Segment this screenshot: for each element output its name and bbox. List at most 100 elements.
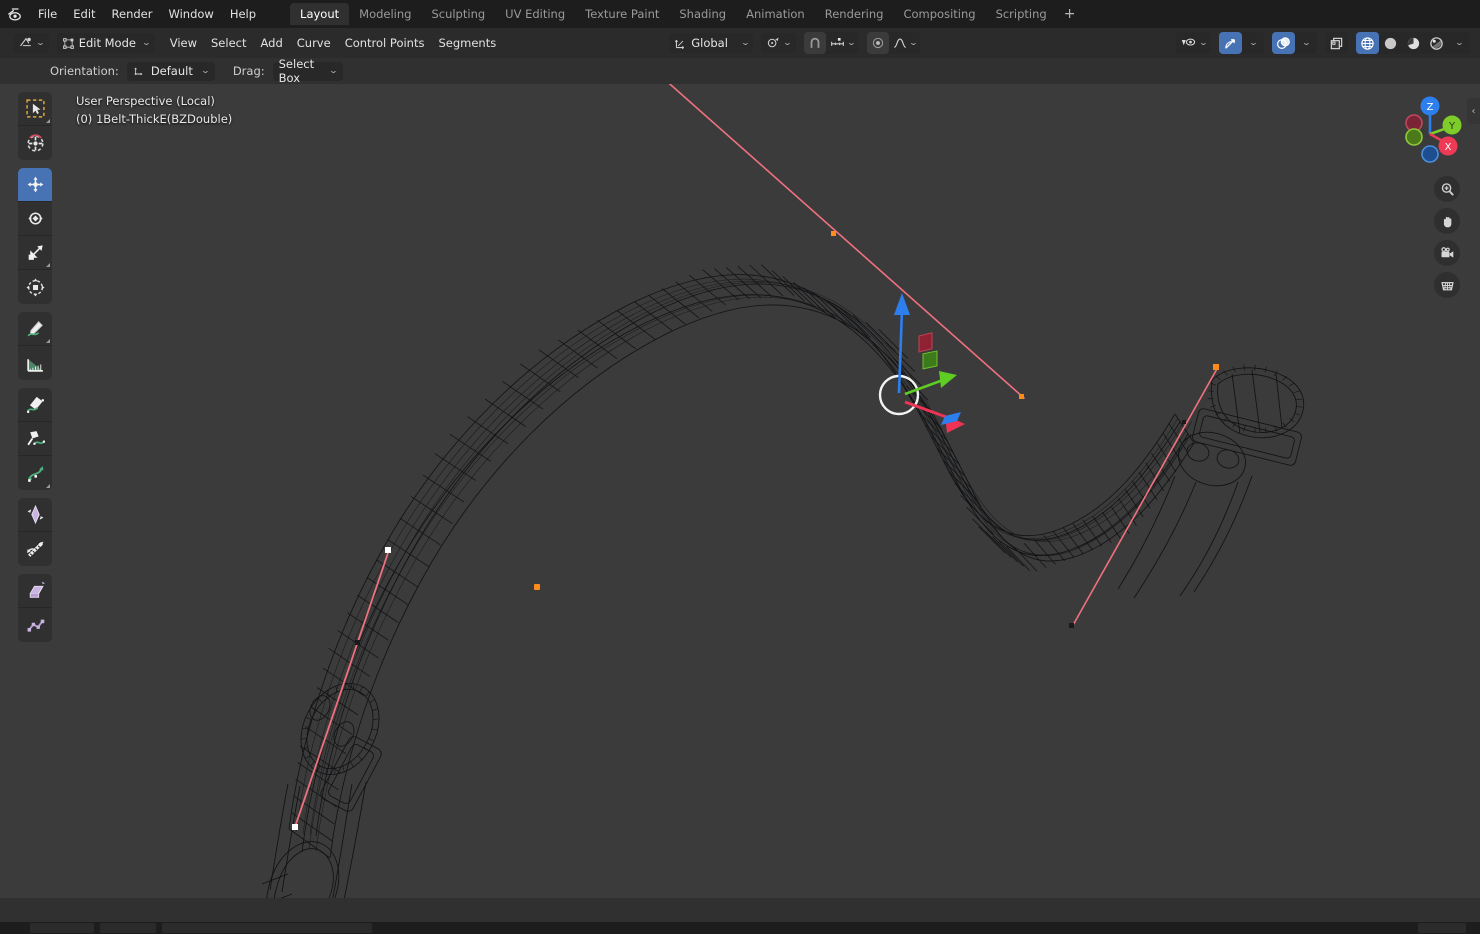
annotate-icon (26, 321, 43, 337)
gizmo-toggle[interactable] (1219, 32, 1242, 54)
status-chip (30, 923, 94, 933)
overlays-icon (1276, 36, 1291, 51)
toolbar-group (18, 574, 52, 642)
menu-edit[interactable]: Edit (65, 4, 103, 24)
tool-measure[interactable] (18, 346, 52, 380)
workspace-tab-rendering[interactable]: Rendering (815, 3, 894, 25)
shading-solid-button[interactable] (1379, 32, 1402, 54)
tool-move[interactable] (18, 168, 52, 202)
object-types-visibility-button[interactable]: ⌄ (1176, 32, 1211, 54)
mode-label: Edit Mode (78, 36, 136, 50)
navigation-axis-gizmo[interactable]: Z Y X (1388, 90, 1472, 174)
workspace-tab-modeling[interactable]: Modeling (349, 3, 421, 25)
tool-shear[interactable] (18, 574, 52, 608)
snap-target-selector[interactable]: ⌄ (826, 32, 859, 54)
drag-dropdown[interactable]: Select Box ⌄ (272, 57, 343, 85)
xray-toggle[interactable] (1325, 32, 1348, 54)
shading-wireframe-button[interactable] (1356, 32, 1379, 54)
tool-scale[interactable] (18, 236, 52, 270)
menu-help[interactable]: Help (222, 4, 264, 24)
header-menu-select[interactable]: Select (204, 33, 253, 53)
blender-window: File Edit Render Window Help Layout Modeling S… (0, 0, 1480, 934)
curve-radius-icon (27, 465, 43, 482)
header-menu-add[interactable]: Add (253, 33, 289, 53)
header-menu-view[interactable]: View (163, 33, 204, 53)
nav-axis-neg-y (1405, 128, 1423, 146)
3d-viewport[interactable]: User Perspective (Local) (0) 1Belt-Thick… (0, 84, 1480, 898)
shading-wireframe-icon (1361, 36, 1374, 50)
chevron-down-icon: ⌄ (907, 38, 919, 47)
tool-annotate[interactable] (18, 312, 52, 346)
zoom-view-button[interactable] (1434, 176, 1460, 202)
orientation-dropdown[interactable]: Default ⌄ (126, 61, 215, 81)
tool-extrude-curve[interactable] (18, 422, 52, 456)
proportional-editing-group: ⌄ (866, 32, 921, 54)
editor-type-selector[interactable]: ⌄ (14, 33, 49, 53)
camera-view-button[interactable] (1434, 240, 1460, 266)
workspace-tab-shading[interactable]: Shading (669, 3, 736, 25)
snap-magnet-toggle[interactable] (803, 32, 826, 54)
curve-handles (294, 84, 1219, 828)
workspace-tab-animation[interactable]: Animation (736, 3, 815, 25)
shading-options-dropdown[interactable]: ⌄ (1448, 32, 1470, 54)
workspace-tab-compositing[interactable]: Compositing (893, 3, 985, 25)
pivot-point-selector[interactable]: ⌄ (761, 33, 796, 53)
add-workspace-button[interactable]: + (1057, 3, 1083, 25)
header-menu-control-points[interactable]: Control Points (338, 33, 432, 53)
tool-transform[interactable] (18, 270, 52, 304)
tool-to-sphere[interactable] (18, 608, 52, 642)
snap-magnet-icon (808, 36, 822, 50)
shear-icon (28, 581, 45, 598)
proportional-editing-toggle[interactable] (866, 32, 889, 54)
menu-file[interactable]: File (30, 4, 65, 24)
overlays-toggle[interactable] (1272, 32, 1295, 54)
tool-radius[interactable] (18, 456, 52, 490)
mode-selector[interactable]: Edit Mode ⌄ (56, 33, 155, 53)
transform-orientation-label: Global (691, 36, 728, 50)
proportional-editing-icon (871, 36, 885, 50)
snap-increment-icon (830, 36, 845, 50)
workspace-tab-layout[interactable]: Layout (290, 3, 350, 25)
tool-draw-curve[interactable] (18, 388, 52, 422)
curve-points-icon (27, 619, 44, 632)
toolbar-group (18, 168, 52, 304)
tool-select-box[interactable] (18, 92, 52, 126)
tool-settings-bar: Orientation: Default ⌄ Drag: Select Box … (0, 57, 1480, 85)
xray-group (1325, 32, 1348, 54)
shading-rendered-button[interactable] (1425, 32, 1448, 54)
workspace-tab-texture-paint[interactable]: Texture Paint (575, 3, 669, 25)
toggle-orthographic-button[interactable] (1434, 272, 1460, 298)
workspace-tab-scripting[interactable]: Scripting (986, 3, 1057, 25)
workspace-tab-uv-editing[interactable]: UV Editing (495, 3, 575, 25)
grid-icon (1440, 281, 1454, 290)
shading-material-preview-button[interactable] (1402, 32, 1425, 54)
gizmo-group: ⌄ (1219, 32, 1264, 54)
status-bar (0, 898, 1480, 934)
header-menu-curve[interactable]: Curve (290, 33, 338, 53)
proportional-falloff-selector[interactable]: ⌄ (889, 32, 921, 54)
pivot-point-icon (766, 36, 780, 50)
pan-view-button[interactable] (1434, 208, 1460, 234)
chevron-down-icon: ⌄ (328, 66, 339, 75)
menu-render[interactable]: Render (104, 4, 161, 24)
transform-icon (25, 277, 45, 297)
nav-axis-z-label: Z (1427, 102, 1434, 113)
object-visibility-group: ⌄ (1176, 32, 1211, 54)
tool-rotate[interactable] (18, 202, 52, 236)
transform-orientation-selector[interactable]: Global ⌄ (669, 33, 754, 53)
gizmo-z-axis (897, 308, 904, 394)
zoom-icon (1441, 182, 1454, 195)
header-menu-segments[interactable]: Segments (431, 33, 503, 53)
blender-logo-icon[interactable] (0, 0, 30, 28)
tool-cursor[interactable] (18, 126, 52, 160)
workspace-tab-sculpting[interactable]: Sculpting (421, 3, 495, 25)
tool-randomize[interactable] (18, 532, 52, 566)
tool-tilt[interactable] (18, 498, 52, 532)
gizmo-icon (1223, 36, 1238, 51)
gizmo-options-dropdown[interactable]: ⌄ (1242, 32, 1264, 54)
orientation-value: Default (150, 64, 193, 78)
sidebar-toggle[interactable]: ‹ (1467, 98, 1480, 124)
overlays-options-dropdown[interactable]: ⌄ (1295, 32, 1317, 54)
menu-window[interactable]: Window (160, 4, 221, 24)
belt-wireframe-model (261, 84, 1304, 898)
